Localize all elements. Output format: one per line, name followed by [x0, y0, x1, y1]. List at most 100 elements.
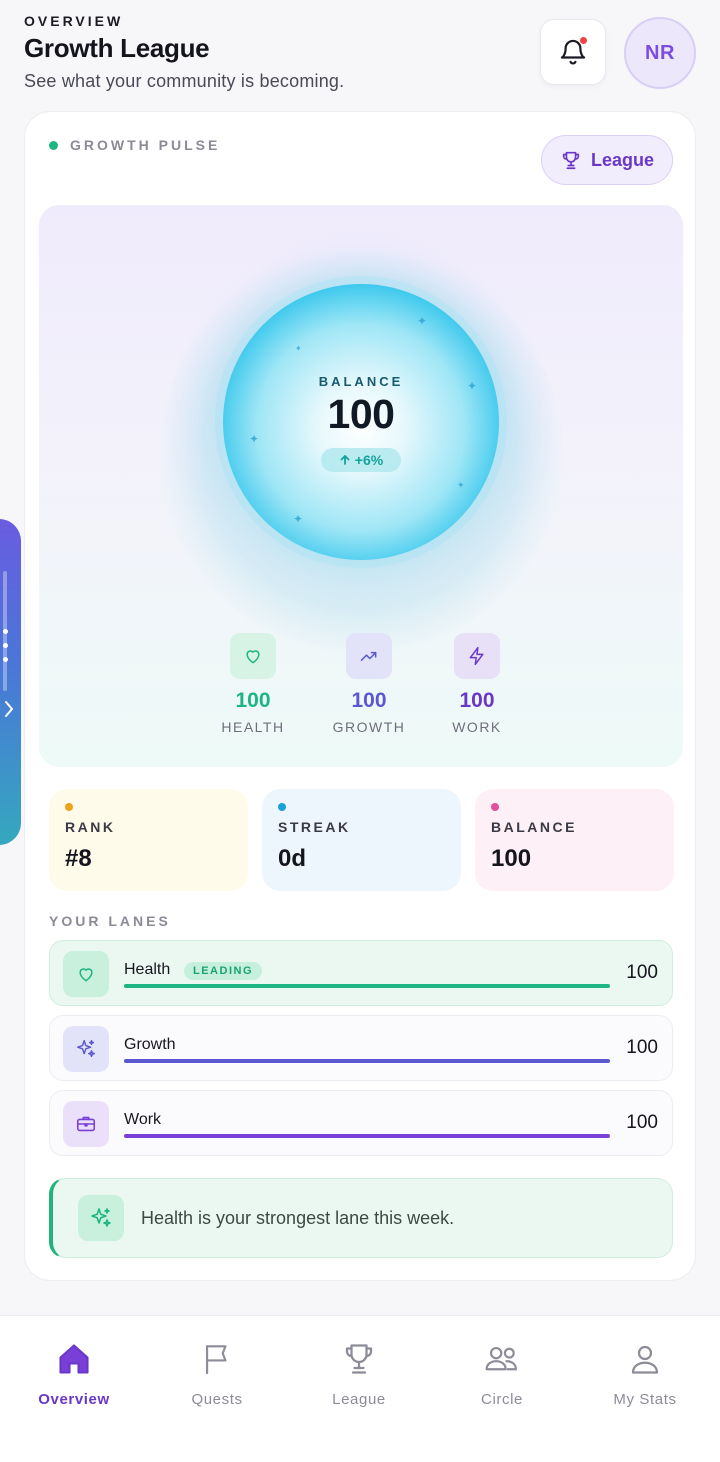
- rank-dot: [65, 803, 73, 811]
- people-icon: [485, 1346, 517, 1371]
- lane-work-icon-box: [63, 1101, 109, 1147]
- nav-overview-label: Overview: [38, 1391, 110, 1408]
- metric-growth: 100 GROWTH: [319, 633, 419, 735]
- metric-health: 100 HEALTH: [203, 633, 303, 735]
- lane-growth-icon-box: [63, 1026, 109, 1072]
- nav-league-label: League: [332, 1391, 386, 1408]
- metric-health-icon-box: [230, 633, 276, 679]
- metric-work-value: 100: [459, 689, 495, 712]
- insight-text: Health is your strongest lane this week.: [141, 1208, 455, 1228]
- metric-health-value: 100: [235, 689, 271, 712]
- lane-health[interactable]: Health LEADING 100: [49, 940, 673, 1006]
- lane-health-bar: [124, 984, 610, 988]
- page-title: Growth League: [24, 33, 210, 63]
- nav-overview[interactable]: Overview: [2, 1340, 146, 1408]
- lane-growth-bar: [124, 1059, 610, 1063]
- notification-dot: [580, 37, 587, 44]
- metric-growth-value: 100: [351, 689, 387, 712]
- side-drawer-handle[interactable]: [0, 519, 21, 845]
- nav-league[interactable]: League: [287, 1340, 431, 1408]
- sparkle-icon: ✦: [293, 512, 304, 526]
- trophy-icon: [562, 151, 580, 170]
- lane-growth-value: 100: [626, 1037, 658, 1058]
- avatar[interactable]: NR: [624, 17, 696, 89]
- drawer-dot: [3, 657, 8, 662]
- sparkles-icon: [77, 1040, 95, 1058]
- metric-work-label: WORK: [452, 719, 502, 735]
- lane-growth-track: [124, 1059, 610, 1063]
- insight-banner: Health is your strongest lane this week.: [49, 1178, 673, 1258]
- sparkle-icon: ✦: [295, 344, 302, 353]
- drawer-dot: [3, 643, 8, 648]
- person-icon: [631, 1345, 659, 1374]
- sparkles-icon: [91, 1208, 111, 1227]
- lane-leading-badge: LEADING: [184, 962, 262, 980]
- lane-health-track: [124, 984, 610, 988]
- balance-tile[interactable]: BALANCE 100: [475, 789, 674, 891]
- nav-quests[interactable]: Quests: [145, 1340, 289, 1408]
- trending-up-icon: [360, 651, 377, 661]
- balance-value: 100: [491, 845, 532, 872]
- balance-label: BALANCE: [491, 819, 577, 835]
- main-card: GROWTH PULSE League ✦ ✦ ✦ ✦ ✦ ✦ BALANCE …: [24, 111, 696, 1281]
- briefcase-icon: [76, 1116, 96, 1132]
- trophy-icon: [345, 1344, 373, 1374]
- lane-work-value: 100: [626, 1112, 658, 1133]
- notifications-button[interactable]: [540, 19, 606, 85]
- sparkle-icon: ✦: [457, 480, 465, 490]
- metric-growth-label: GROWTH: [332, 719, 406, 735]
- streak-tile[interactable]: STREAK 0d: [262, 789, 461, 891]
- flag-icon: [206, 1345, 227, 1375]
- lane-work-track: [124, 1134, 610, 1138]
- rank-tile[interactable]: RANK #8: [49, 789, 248, 891]
- nav-circle-label: Circle: [481, 1391, 523, 1408]
- home-icon: [59, 1344, 89, 1374]
- heart-icon: [79, 968, 93, 982]
- league-button[interactable]: League: [541, 135, 673, 185]
- growth-pulse-label: GROWTH PULSE: [49, 137, 220, 153]
- overview-screen: OVERVIEW Growth League See what your com…: [0, 0, 720, 1462]
- chevron-right-icon: [5, 701, 13, 717]
- orb-panel: ✦ ✦ ✦ ✦ ✦ ✦ BALANCE 100 +6% 100 HEALTH 1…: [39, 205, 683, 767]
- pulse-status-dot: [49, 140, 58, 150]
- league-button-label: League: [590, 149, 655, 170]
- lane-growth-name: Growth: [124, 1036, 176, 1053]
- lane-work-name: Work: [124, 1111, 162, 1128]
- lane-health-value: 100: [626, 962, 658, 983]
- nav-my-stats-label: My Stats: [613, 1391, 677, 1408]
- balance-dot: [491, 803, 499, 811]
- nav-quests-label: Quests: [191, 1391, 243, 1408]
- rank-value: #8: [65, 845, 92, 872]
- lane-work-bar: [124, 1134, 610, 1138]
- balance-orb[interactable]: ✦ ✦ ✦ ✦ ✦ ✦ BALANCE 100 +6%: [223, 284, 499, 560]
- drawer-dot: [3, 629, 8, 634]
- orb-change-badge: +6%: [321, 448, 401, 472]
- page-eyebrow: OVERVIEW: [24, 13, 124, 29]
- lane-health-icon-box: [63, 951, 109, 997]
- orb-label: BALANCE: [318, 374, 404, 389]
- metric-work-icon-box: [454, 633, 500, 679]
- nav-circle[interactable]: Circle: [430, 1340, 574, 1408]
- streak-dot: [278, 803, 286, 811]
- lanes-heading: YOUR LANES: [49, 913, 171, 929]
- sparkle-icon: ✦: [417, 314, 428, 328]
- metric-growth-icon-box: [346, 633, 392, 679]
- lightning-icon: [469, 646, 484, 666]
- insight-icon-box: [78, 1195, 124, 1241]
- streak-label: STREAK: [278, 819, 351, 835]
- metric-health-label: HEALTH: [221, 719, 285, 735]
- lane-work[interactable]: Work 100: [49, 1090, 673, 1156]
- streak-value: 0d: [278, 845, 307, 872]
- nav-my-stats[interactable]: My Stats: [573, 1340, 717, 1408]
- orb-change-text: +6%: [354, 452, 384, 468]
- metric-work: 100 WORK: [427, 633, 527, 735]
- arrow-up-icon: [340, 455, 350, 465]
- bottom-nav: Overview Quests League Circle My Stats: [0, 1315, 720, 1462]
- lane-health-name: Health: [124, 961, 171, 978]
- page-subtitle: See what your community is becoming.: [24, 71, 345, 91]
- lane-growth[interactable]: Growth 100: [49, 1015, 673, 1081]
- growth-pulse-text: GROWTH PULSE: [70, 137, 221, 153]
- heart-icon: [246, 650, 260, 664]
- rank-label: RANK: [65, 819, 116, 835]
- avatar-initials: NR: [645, 41, 675, 64]
